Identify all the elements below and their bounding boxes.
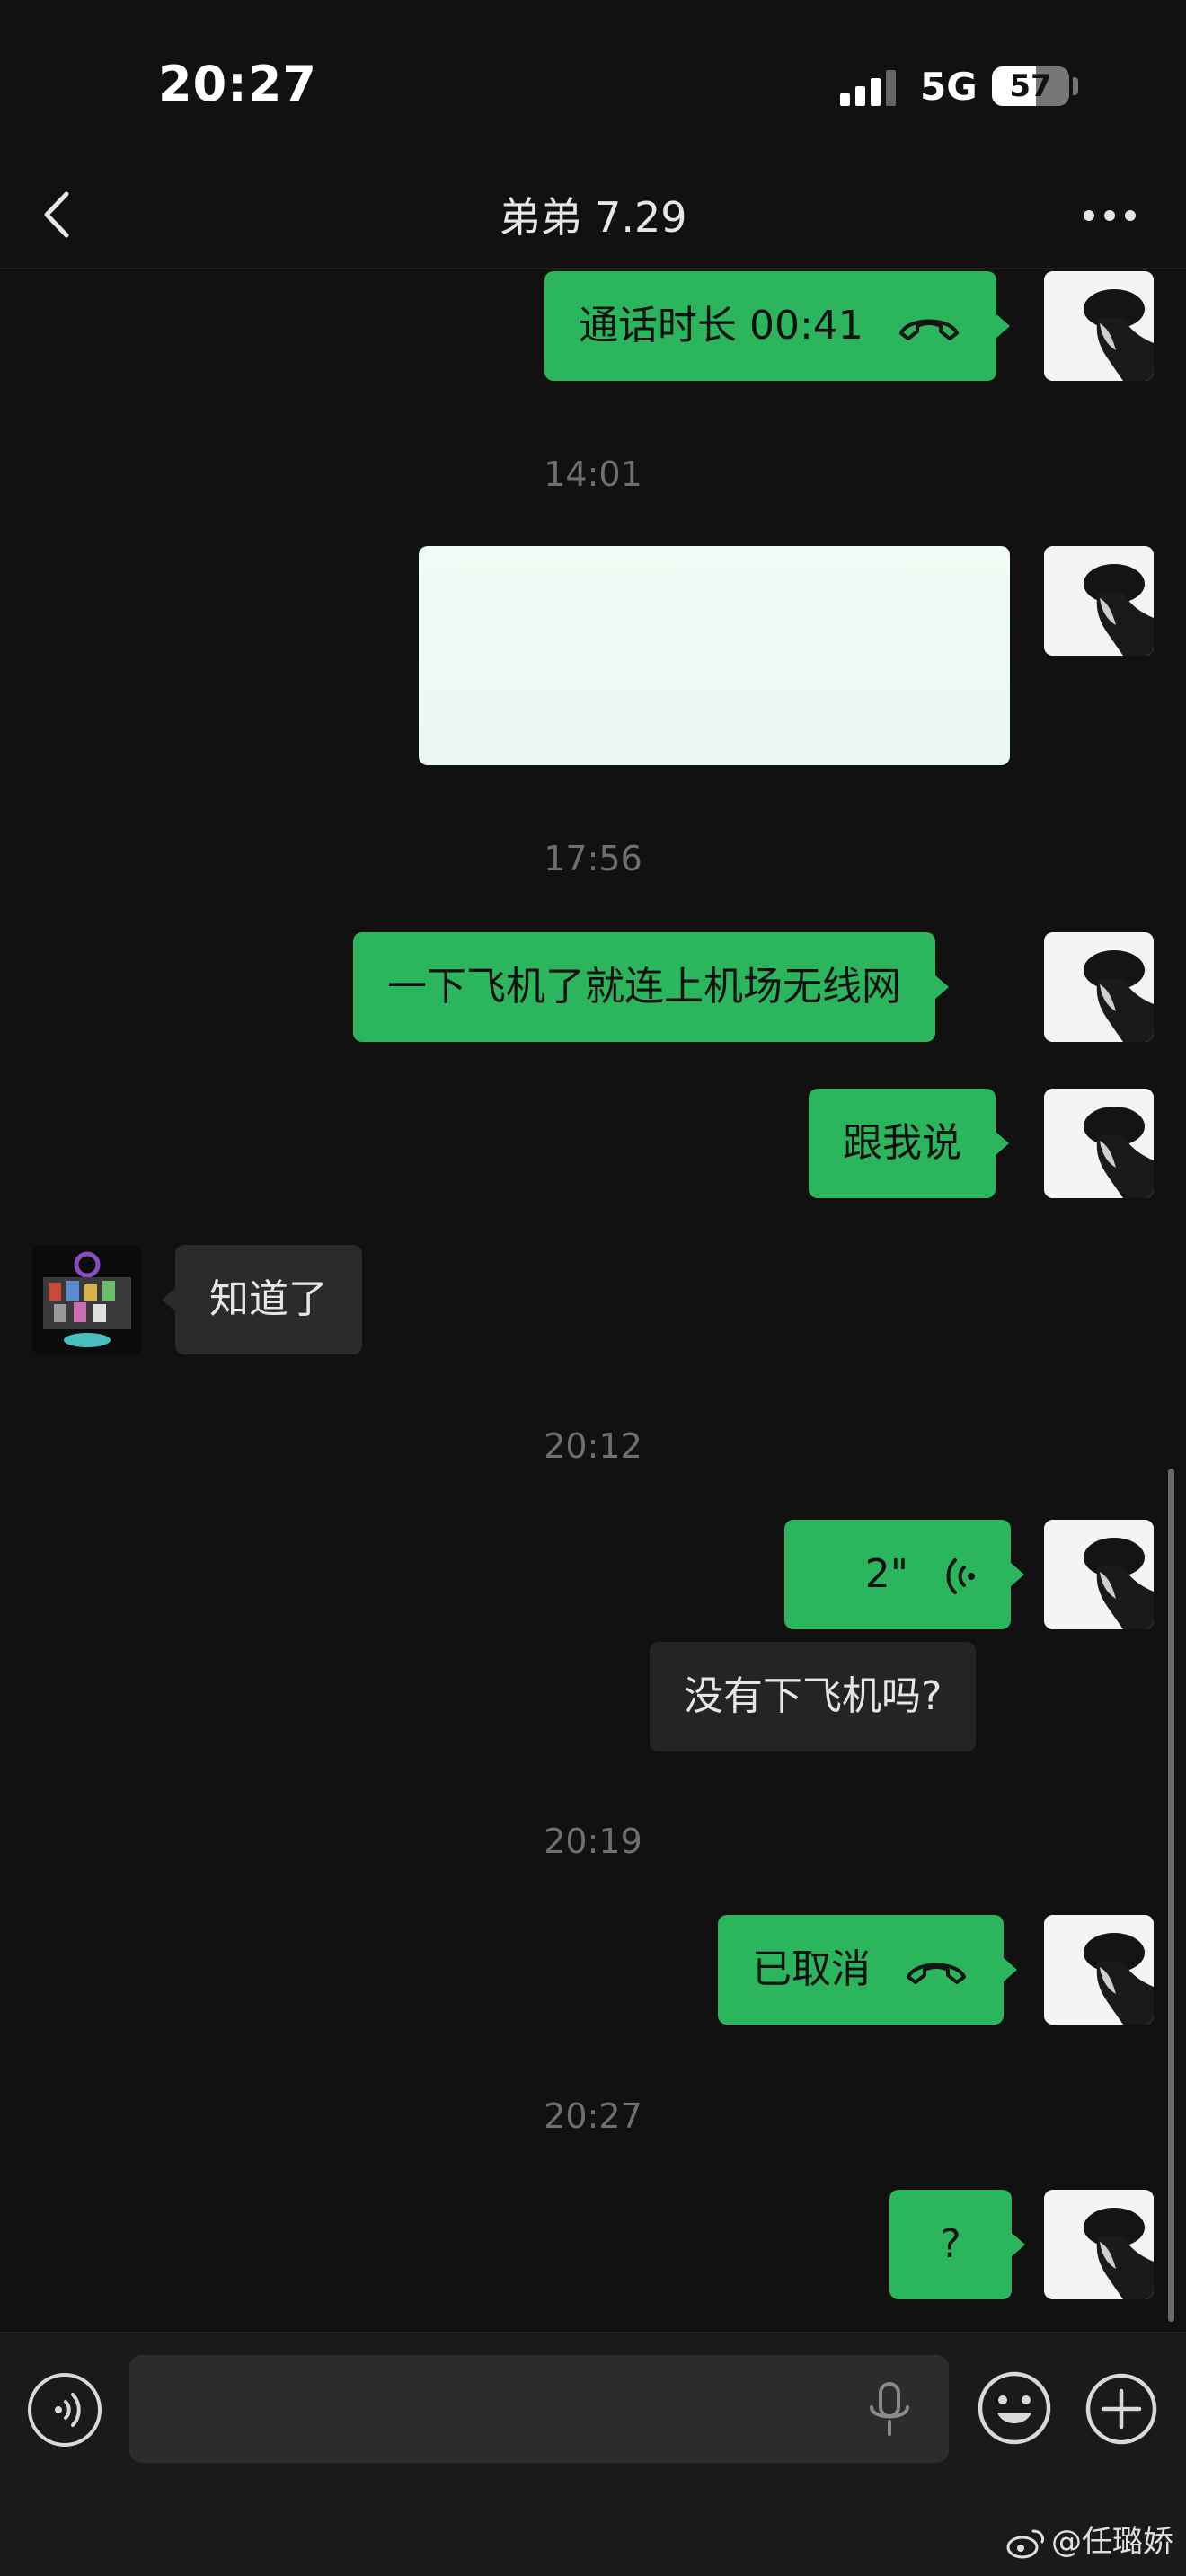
chat-title: 弟弟 7.29: [499, 193, 687, 242]
timestamp: 20:12: [544, 1426, 642, 1466]
watermark-text: @任璐娇: [1051, 2524, 1173, 2560]
chat-header: 弟弟 7.29: [0, 162, 1186, 269]
self-avatar-image: [1044, 1915, 1154, 2025]
phone-hangup-icon: [898, 319, 959, 340]
emoji-icon[interactable]: [976, 2369, 1053, 2447]
cellular-signal-icon: [840, 70, 896, 106]
timestamp: 17:56: [544, 839, 642, 878]
battery-icon: 57: [992, 66, 1069, 106]
self-avatar-image: [1044, 1520, 1154, 1629]
chat-message-list[interactable]: 通话时长 00:41 14:01 17:56 一下飞机了就连上机场无线网 跟我说…: [0, 269, 1186, 2332]
contact-avatar[interactable]: [32, 1245, 142, 1354]
voice-wave-icon: [946, 1558, 975, 1594]
voice-message-bubble[interactable]: 2": [784, 1520, 1024, 1629]
network-label: 5G: [920, 65, 978, 109]
call-record-bubble[interactable]: 通话时长 00:41: [544, 271, 1010, 381]
voice-toggle-icon: [55, 2393, 81, 2427]
status-time: 20:27: [158, 56, 317, 112]
timestamp: 20:19: [544, 1822, 642, 1861]
message-bubble[interactable]: 跟我说: [809, 1089, 1009, 1198]
self-avatar-image: [1044, 2190, 1154, 2299]
microphone-icon[interactable]: [863, 2380, 916, 2439]
self-avatar[interactable]: [1044, 2190, 1154, 2299]
self-avatar[interactable]: [1044, 271, 1154, 381]
weibo-icon: [1006, 2529, 1044, 2558]
image-message[interactable]: [419, 546, 1010, 765]
more-dots-icon[interactable]: [1078, 189, 1141, 243]
self-avatar-image: [1044, 271, 1154, 381]
call-status-text: 已取消: [752, 1946, 871, 1992]
input-bar: @任璐娇: [0, 2332, 1186, 2576]
self-avatar[interactable]: [1044, 546, 1154, 656]
self-avatar-image: [1044, 932, 1154, 1042]
chat-scrollbar[interactable]: [1168, 1469, 1174, 2322]
message-bubble[interactable]: ?: [890, 2190, 1025, 2299]
timestamp: 14:01: [544, 454, 642, 494]
watermark: @任璐娇: [1006, 2517, 1173, 2561]
message-bubble[interactable]: 一下飞机了就连上机场无线网: [353, 932, 949, 1042]
battery-cap: [1073, 77, 1078, 95]
self-avatar[interactable]: [1044, 1520, 1154, 1629]
timestamp: 20:27: [544, 2096, 642, 2136]
contact-avatar-image: [32, 1245, 142, 1354]
self-avatar[interactable]: [1044, 1089, 1154, 1198]
status-bar: 20:27 5G 57: [0, 0, 1186, 171]
message-input[interactable]: [129, 2355, 949, 2463]
phone-hangup-icon: [907, 1963, 966, 1984]
plus-icon[interactable]: [1084, 2371, 1159, 2447]
voice-duration: 2": [864, 1551, 908, 1597]
call-duration-text: 通话时长 00:41: [579, 303, 863, 348]
voice-transcription[interactable]: 没有下飞机吗?: [650, 1642, 977, 1751]
voice-toggle-button[interactable]: [28, 2373, 102, 2447]
self-avatar[interactable]: [1044, 932, 1154, 1042]
message-bubble[interactable]: 知道了: [162, 1245, 362, 1354]
self-avatar-image: [1044, 1089, 1154, 1198]
call-record-bubble[interactable]: 已取消: [718, 1915, 1017, 2025]
self-avatar-image: [1044, 546, 1154, 656]
battery-percent: 57: [1009, 68, 1052, 104]
self-avatar[interactable]: [1044, 1915, 1154, 2025]
